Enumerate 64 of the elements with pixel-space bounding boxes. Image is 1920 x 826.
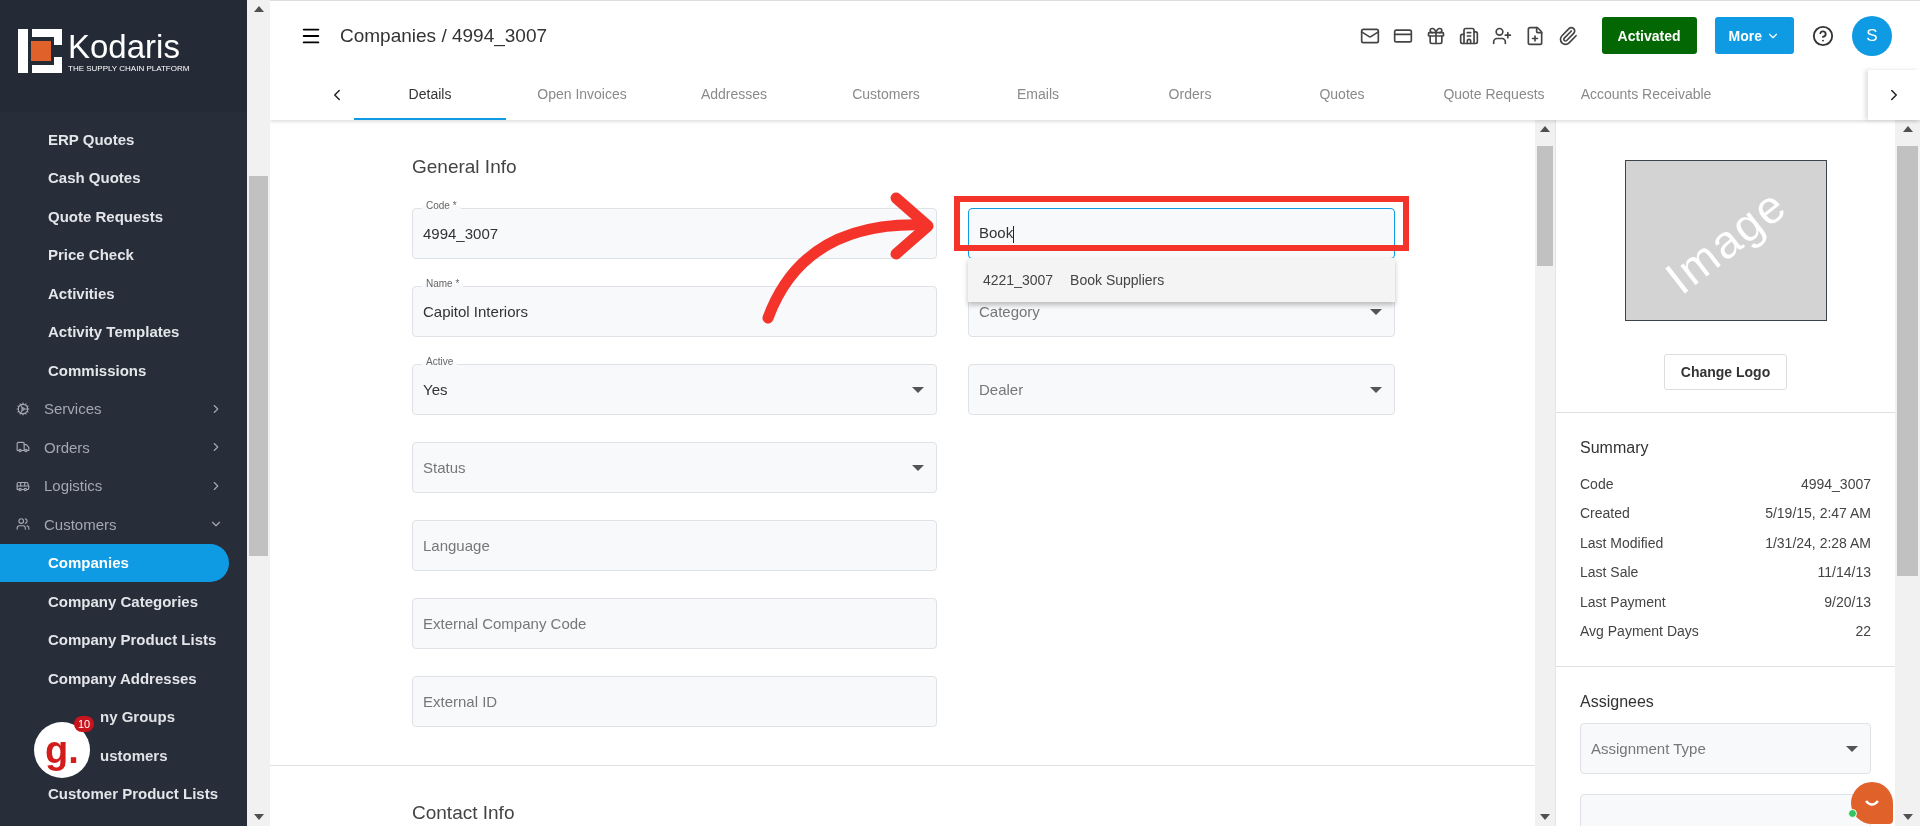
input-field[interactable]: Capitol Interiors [412, 286, 937, 337]
input-field[interactable]: External Company Code [412, 598, 937, 649]
summary-label: Last Modified [1580, 534, 1664, 551]
summary-value: 11/14/13 [1817, 564, 1871, 581]
summary-value: 4994_3007 [1800, 475, 1871, 492]
tab[interactable]: Open Invoices [506, 70, 658, 120]
summary-value: 5/19/15, 2:47 AM [1765, 505, 1871, 522]
summary-value: 9/20/13 [1824, 593, 1871, 610]
section-title: General Info [412, 156, 518, 178]
sidebar-item[interactable]: ny Groups [100, 697, 175, 736]
tab[interactable]: Customers [810, 70, 962, 120]
sidebar-item[interactable]: Companies [0, 543, 229, 582]
input-field[interactable]: 4994_3007 [412, 208, 937, 259]
suggestion-name[interactable]: Book Suppliers [1070, 272, 1165, 288]
summary-value: 1/31/24, 2:28 AM [1765, 534, 1871, 551]
logo-tagline: THE SUPPLY CHAIN PLATFORM [68, 63, 190, 73]
field-label: Active [422, 356, 458, 367]
summary-label: Created [1580, 505, 1630, 522]
sidebar-group[interactable]: Orders [0, 428, 247, 467]
activated-button[interactable]: Activated [1601, 17, 1697, 54]
select-field[interactable]: Dealer [968, 364, 1395, 415]
sidebar-item[interactable]: Commissions [0, 351, 229, 390]
tab[interactable]: Accounts Receivable [1570, 70, 1722, 120]
sidebar-item[interactable]: Company Addresses [0, 659, 229, 698]
sidebar-item[interactable]: Cash Quotes [0, 158, 229, 197]
input-field[interactable]: Language [412, 520, 937, 571]
tab[interactable]: Quotes [1266, 70, 1418, 120]
tab[interactable]: Orders [1114, 70, 1266, 120]
tab[interactable]: Quote Requests [1418, 70, 1570, 120]
summary-label: Code [1580, 475, 1614, 492]
select-field[interactable]: Assignment Type [1580, 723, 1871, 774]
more-button[interactable]: More [1714, 17, 1794, 54]
sidebar-item[interactable]: Price Check [0, 235, 229, 274]
field-label: Name * [422, 278, 464, 289]
change-logo-button[interactable]: Change Logo [1663, 354, 1788, 390]
sidebar-item[interactable]: Company Categories [0, 582, 229, 621]
sidebar-item[interactable]: Quote Requests [0, 197, 229, 236]
sidebar-item[interactable]: ustomers [100, 736, 168, 775]
select-field[interactable]: Status [412, 442, 937, 493]
summary-label: Avg Payment Days [1580, 623, 1699, 640]
page-title: Companies / 4994_3007 [340, 24, 549, 47]
sidebar-item[interactable]: Activity Templates [0, 312, 229, 351]
tab[interactable]: Addresses [658, 70, 810, 120]
section-title: Assignees [1580, 693, 1655, 711]
sidebar-group[interactable]: Logistics [0, 466, 247, 505]
suggestion-code[interactable]: 4221_3007 [983, 272, 1054, 288]
sidebar-group[interactable]: Services [0, 389, 247, 428]
field-label: Code * [422, 200, 461, 211]
sidebar-item[interactable]: Activities [0, 274, 229, 313]
sidebar-group[interactable]: Customers [0, 505, 247, 544]
sidebar-item[interactable]: Company Product Lists [0, 620, 229, 659]
summary-label: Last Payment [1580, 593, 1666, 610]
user-avatar[interactable]: S [1852, 15, 1892, 56]
select-field[interactable]: Yes [412, 364, 937, 415]
section-title: Summary [1580, 439, 1650, 457]
tab[interactable]: Emails [962, 70, 1114, 120]
sidebar-item[interactable]: ERP Quotes [0, 120, 229, 159]
logo-name: Kodaris [68, 29, 181, 64]
tab[interactable]: Details [354, 70, 506, 120]
notification-badge: 10 [74, 716, 95, 732]
input-field[interactable]: External ID [412, 676, 937, 727]
section-title: Contact Info [412, 802, 516, 824]
summary-label: Last Sale [1580, 564, 1639, 581]
summary-value: 22 [1855, 623, 1871, 640]
